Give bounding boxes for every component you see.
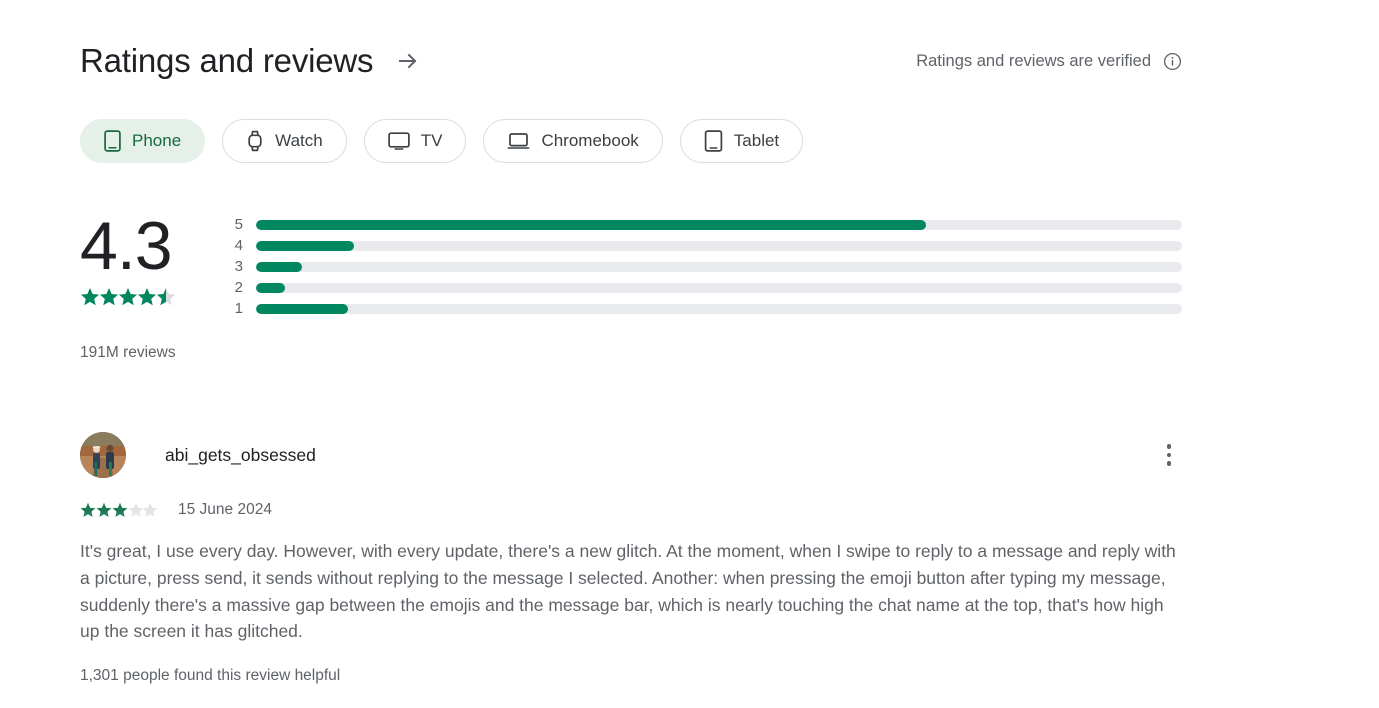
review-meta: 15 June 2024 — [80, 500, 1182, 520]
histogram-fill — [256, 304, 348, 314]
histogram-fill — [256, 220, 926, 230]
arrow-right-icon[interactable] — [395, 48, 421, 74]
avatar — [80, 432, 126, 478]
chip-label: TV — [421, 130, 443, 152]
review-header: abi_gets_obsessed — [80, 432, 1182, 478]
histogram-fill — [256, 283, 285, 293]
review-helpful-count: 1,301 people found this review helpful — [80, 666, 1182, 686]
average-star-rating — [80, 287, 230, 309]
histogram-label: 5 — [218, 215, 243, 235]
histogram-fill — [256, 262, 302, 272]
histogram-track — [256, 262, 1182, 272]
chip-label: Tablet — [734, 130, 779, 152]
average-score: 4.3 — [80, 207, 230, 285]
histogram-track — [256, 241, 1182, 251]
review-text: It's great, I use every day. However, wi… — [80, 538, 1180, 645]
review-card: abi_gets_obsessed 15 — [80, 432, 1182, 686]
reviews-count: 191M reviews — [80, 343, 176, 363]
chip-label: Phone — [132, 130, 181, 152]
more-vertical-icon[interactable] — [1156, 438, 1182, 472]
verified-notice: Ratings and reviews are verified — [916, 50, 1182, 72]
histogram-row-5: 5 — [218, 214, 1182, 235]
dot — [1167, 461, 1172, 466]
device-filter-chips: Phone Watch TV — [80, 119, 803, 163]
histogram-row-2: 2 — [218, 278, 1182, 299]
score-block: 4.3 191M reviews — [80, 207, 230, 309]
info-circle-icon[interactable] — [1163, 52, 1182, 71]
tablet-icon — [704, 130, 723, 152]
page-header: Ratings and reviews Ratings and reviews … — [80, 36, 1182, 86]
histogram-row-4: 4 — [218, 235, 1182, 256]
phone-icon — [104, 130, 121, 152]
histogram-track — [256, 283, 1182, 293]
histogram-label: 2 — [218, 278, 243, 298]
chip-tablet[interactable]: Tablet — [680, 119, 803, 163]
histogram-label: 1 — [218, 299, 243, 319]
watch-icon — [246, 130, 264, 152]
verified-label: Ratings and reviews are verified — [916, 50, 1151, 72]
dot — [1167, 453, 1172, 458]
chip-tv[interactable]: TV — [364, 119, 467, 163]
laptop-icon — [507, 132, 530, 151]
chip-label: Chromebook — [541, 130, 638, 152]
histogram-track — [256, 304, 1182, 314]
chip-label: Watch — [275, 130, 323, 152]
rating-histogram: 5 4 3 2 — [218, 214, 1182, 320]
tv-icon — [388, 131, 410, 151]
reviewer-name: abi_gets_obsessed — [165, 443, 316, 467]
page-title: Ratings and reviews — [80, 41, 373, 81]
dot — [1167, 444, 1172, 449]
histogram-label: 4 — [218, 236, 243, 256]
review-star-rating — [80, 502, 158, 518]
histogram-label: 3 — [218, 257, 243, 277]
histogram-row-3: 3 — [218, 256, 1182, 277]
ratings-and-reviews-page: Ratings and reviews Ratings and reviews … — [0, 0, 1379, 708]
review-date: 15 June 2024 — [178, 500, 272, 520]
histogram-fill — [256, 241, 354, 251]
title-group: Ratings and reviews — [80, 41, 421, 81]
histogram-row-1: 1 — [218, 299, 1182, 320]
chip-watch[interactable]: Watch — [222, 119, 347, 163]
histogram-track — [256, 220, 1182, 230]
chip-phone[interactable]: Phone — [80, 119, 205, 163]
chip-chromebook[interactable]: Chromebook — [483, 119, 662, 163]
